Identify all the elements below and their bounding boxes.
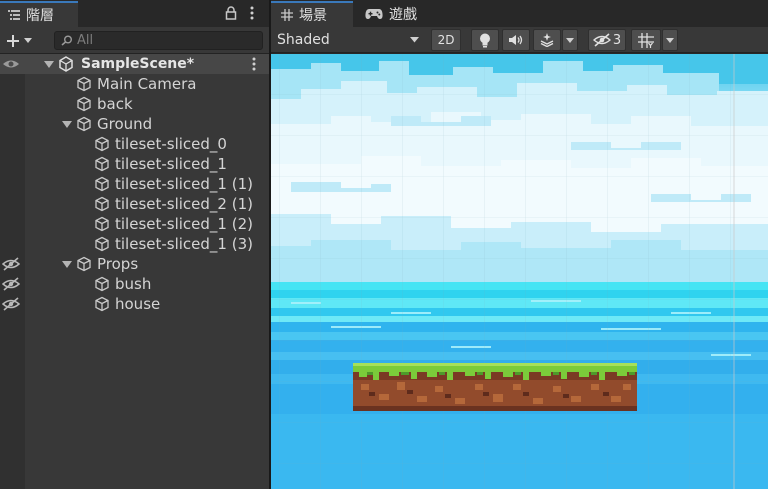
hierarchy-item[interactable]: tileset-sliced_0 <box>0 134 269 154</box>
hierarchy-item-label: Props <box>97 255 139 273</box>
toggle-2d-label: 2D <box>437 33 455 47</box>
hierarchy-toolbar <box>0 27 269 54</box>
gameobject-cube-icon <box>77 96 91 112</box>
eye-slash-icon[interactable] <box>2 296 20 312</box>
tab-game[interactable]: 遊戲 <box>355 1 435 27</box>
hierarchy-item[interactable]: tileset-sliced_1 (2) <box>0 214 269 234</box>
hierarchy-item-label: tileset-sliced_0 <box>115 135 227 153</box>
lighting-toggle-button[interactable] <box>471 29 499 51</box>
speaker-icon <box>509 35 523 45</box>
hierarchy-item-label: back <box>97 95 133 113</box>
hierarchy-item[interactable]: bush <box>0 274 269 294</box>
gameobject-cube-icon <box>95 176 109 192</box>
hierarchy-panel: 階層 All SampleScene* Main Camera back Gro… <box>0 0 269 489</box>
chevron-down-icon <box>24 37 32 43</box>
hierarchy-item-label: tileset-sliced_1 (1) <box>115 175 253 193</box>
eye-slash-icon <box>592 33 611 47</box>
hierarchy-item-label: tileset-sliced_1 <box>115 155 227 173</box>
visibility-eye-icon[interactable] <box>2 56 20 72</box>
unity-scene-icon <box>59 56 73 72</box>
expand-arrow-icon[interactable] <box>62 119 72 129</box>
toggle-2d-button[interactable]: 2D <box>431 29 461 51</box>
scene-viewport[interactable] <box>271 54 768 489</box>
gameobject-cube-icon <box>95 216 109 232</box>
scene-panel: 場景 遊戲 Shaded 2D 3 <box>270 0 768 489</box>
tab-hierarchy[interactable]: 階層 <box>0 1 78 27</box>
gameobject-cube-icon <box>95 156 109 172</box>
scene-row[interactable]: SampleScene* <box>0 54 269 74</box>
gameobject-cube-icon <box>77 116 91 132</box>
effects-dropdown-button[interactable] <box>562 29 578 51</box>
hierarchy-item-label: Ground <box>97 115 153 133</box>
lightbulb-icon <box>480 33 490 47</box>
hierarchy-item-label: tileset-sliced_1 (2) <box>115 215 253 233</box>
chevron-down-icon <box>566 37 574 43</box>
hierarchy-item[interactable]: tileset-sliced_2 (1) <box>0 194 269 214</box>
hierarchy-item-label: bush <box>115 275 152 293</box>
list-icon <box>8 10 20 20</box>
hierarchy-item[interactable]: Props <box>0 254 269 274</box>
ground-platform[interactable] <box>353 363 637 411</box>
scene-toolbar: Shaded 2D 3 <box>271 27 768 53</box>
hidden-objects-toggle-button[interactable]: 3 <box>588 29 626 51</box>
scene-tabbar: 場景 遊戲 <box>271 0 768 27</box>
gameobject-cube-icon <box>95 236 109 252</box>
kebab-menu-icon[interactable] <box>250 57 258 71</box>
hierarchy-item[interactable]: tileset-sliced_1 <box>0 154 269 174</box>
grid-axis-icon <box>638 32 654 48</box>
hierarchy-item[interactable]: house <box>0 294 269 314</box>
expand-arrow-icon[interactable] <box>44 59 54 69</box>
shading-mode-value: Shaded <box>277 32 330 48</box>
hierarchy-item[interactable]: tileset-sliced_1 (3) <box>0 234 269 254</box>
hierarchy-item[interactable]: back <box>0 94 269 114</box>
hierarchy-item-label: tileset-sliced_1 (3) <box>115 235 253 253</box>
hierarchy-item[interactable]: Ground <box>0 114 269 134</box>
effects-toggle-button[interactable] <box>533 29 561 51</box>
gameobject-cube-icon <box>95 296 109 312</box>
scene-canvas[interactable] <box>271 54 768 489</box>
hierarchy-tab-label: 階層 <box>26 8 54 24</box>
search-input[interactable] <box>77 33 257 48</box>
tab-scene[interactable]: 場景 <box>271 1 353 27</box>
gameobject-cube-icon <box>95 196 109 212</box>
gameobject-cube-icon <box>95 136 109 152</box>
grid-dropdown-button[interactable] <box>662 29 678 51</box>
eye-slash-icon[interactable] <box>2 276 20 292</box>
plus-icon <box>7 34 19 47</box>
gamepad-icon <box>365 9 383 19</box>
scene-grid <box>271 54 768 489</box>
gameobject-cube-icon <box>77 256 91 272</box>
layers-sparkle-icon <box>540 33 554 47</box>
chevron-down-icon <box>666 37 674 43</box>
search-icon <box>61 35 72 46</box>
tab-scene-label: 場景 <box>299 8 327 24</box>
expand-arrow-icon[interactable] <box>62 259 72 269</box>
kebab-menu-icon[interactable] <box>247 6 257 20</box>
eye-slash-icon[interactable] <box>2 256 20 272</box>
hierarchy-tabbar: 階層 <box>0 0 269 27</box>
gameobject-cube-icon <box>95 276 109 292</box>
hidden-count: 3 <box>612 32 622 48</box>
gameobject-cube-icon <box>77 76 91 92</box>
hierarchy-item[interactable]: Main Camera <box>0 74 269 94</box>
chevron-down-icon <box>410 37 419 43</box>
hierarchy-item-label: Main Camera <box>97 75 197 93</box>
grid-icon <box>281 9 293 21</box>
hierarchy-item-label: house <box>115 295 161 313</box>
tab-game-label: 遊戲 <box>389 7 417 23</box>
grid-toggle-button[interactable] <box>631 29 661 51</box>
hierarchy-item-label: tileset-sliced_2 (1) <box>115 195 253 213</box>
hierarchy-item[interactable]: tileset-sliced_1 (1) <box>0 174 269 194</box>
audio-toggle-button[interactable] <box>502 29 530 51</box>
search-field[interactable] <box>54 31 263 50</box>
shading-mode-dropdown[interactable]: Shaded <box>273 29 423 51</box>
scene-name: SampleScene* <box>81 56 195 72</box>
lock-icon[interactable] <box>225 6 237 20</box>
add-object-button[interactable] <box>6 31 40 50</box>
